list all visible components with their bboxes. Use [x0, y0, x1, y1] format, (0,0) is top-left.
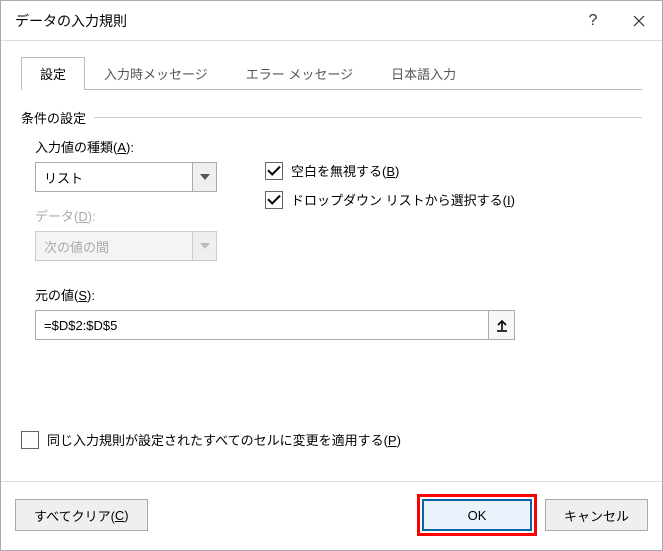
source-input-container [35, 310, 515, 340]
tab-ime-mode[interactable]: 日本語入力 [372, 57, 475, 90]
close-icon [633, 15, 645, 27]
ignore-blank-label: 空白を無視する(B) [291, 161, 399, 180]
data-select: 次の値の間 [35, 231, 217, 261]
tab-strip: 設定 入力時メッセージ エラー メッセージ 日本語入力 [21, 57, 642, 90]
in-cell-dropdown-checkbox[interactable]: ドロップダウン リストから選択する(I) [265, 190, 642, 209]
title-bar: データの入力規則 ? [1, 1, 662, 41]
criteria-content: 入力値の種類(A): リスト データ(D): 次の値の間 [21, 127, 642, 340]
criteria-fieldset: 条件の設定 [21, 108, 642, 127]
data-select-value: 次の値の間 [36, 232, 192, 260]
data-label: データ(D): [35, 206, 235, 225]
checkbox-unchecked-icon [21, 431, 39, 449]
criteria-legend: 条件の設定 [21, 108, 86, 127]
chevron-down-icon [200, 243, 210, 249]
ignore-blank-checkbox[interactable]: 空白を無視する(B) [265, 161, 642, 180]
allow-select[interactable]: リスト [35, 162, 217, 192]
ok-highlight: OK [417, 494, 537, 536]
tab-error-alert[interactable]: エラー メッセージ [227, 57, 372, 90]
criteria-divider [94, 117, 642, 118]
data-validation-dialog: データの入力規則 ? 設定 入力時メッセージ エラー メッセージ 日本語入力 条… [0, 0, 663, 551]
tab-input-message[interactable]: 入力時メッセージ [85, 57, 227, 90]
data-select-arrow [192, 232, 216, 260]
tab-settings[interactable]: 設定 [21, 57, 85, 90]
in-cell-dropdown-label: ドロップダウン リストから選択する(I) [291, 190, 515, 209]
checkbox-checked-icon [265, 162, 283, 180]
apply-all-label: 同じ入力規則が設定されたすべてのセルに変更を適用する(P) [47, 430, 401, 449]
checkbox-checked-icon [265, 191, 283, 209]
chevron-down-icon [200, 174, 210, 180]
close-button[interactable] [616, 1, 662, 41]
apply-all-checkbox[interactable]: 同じ入力規則が設定されたすべてのセルに変更を適用する(P) [21, 430, 642, 449]
cancel-button[interactable]: キャンセル [545, 499, 648, 531]
collapse-dialog-icon [495, 318, 509, 332]
clear-all-button[interactable]: すべてクリア(C) [15, 499, 148, 531]
help-button[interactable]: ? [570, 1, 616, 41]
allow-select-value: リスト [36, 163, 192, 191]
allow-select-arrow [192, 163, 216, 191]
allow-label: 入力値の種類(A): [35, 137, 235, 156]
dialog-body: 設定 入力時メッセージ エラー メッセージ 日本語入力 条件の設定 入力値の種類… [1, 41, 662, 481]
source-input[interactable] [36, 311, 488, 339]
button-bar: すべてクリア(C) OK キャンセル [1, 481, 662, 550]
range-picker-button[interactable] [488, 311, 514, 339]
dialog-title: データの入力規則 [15, 11, 570, 31]
ok-button[interactable]: OK [422, 499, 532, 531]
source-label: 元の値(S): [35, 285, 642, 304]
